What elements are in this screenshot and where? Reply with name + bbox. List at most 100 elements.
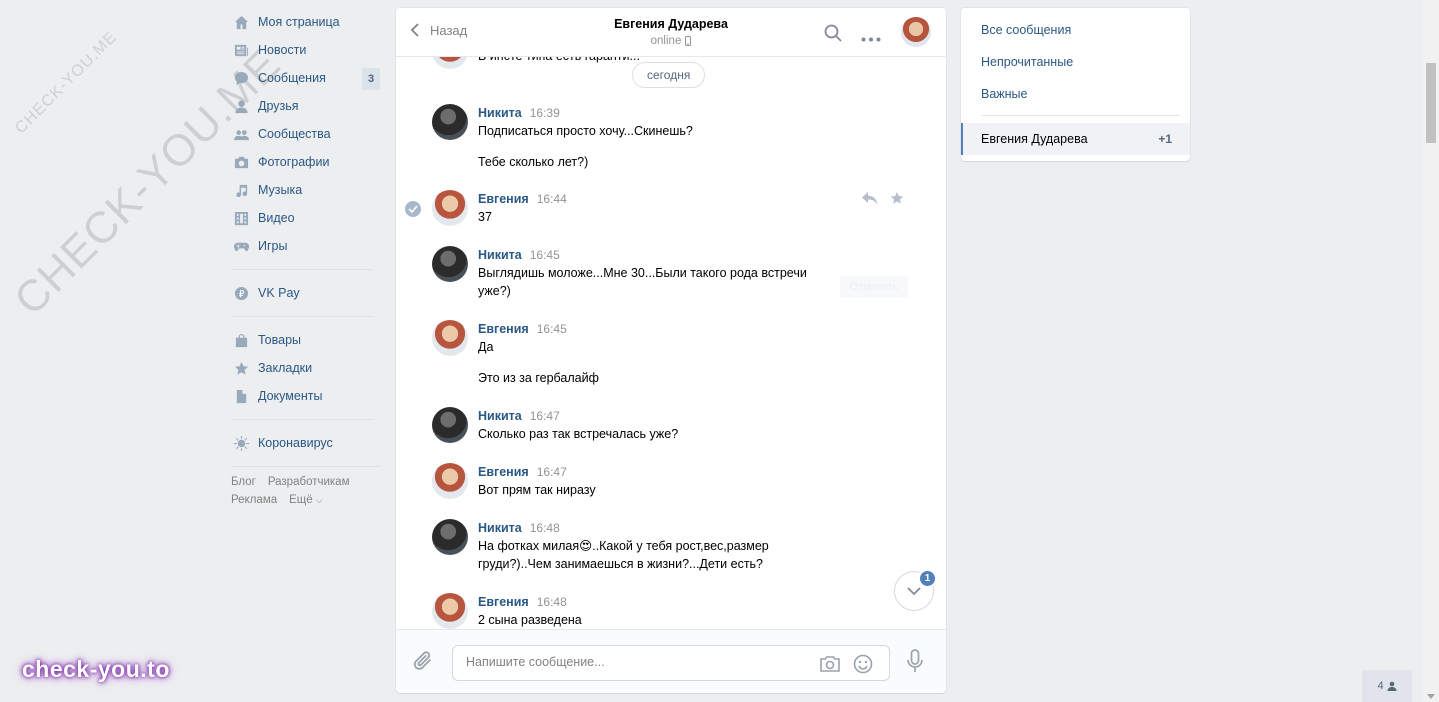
nav-label: Фотографии xyxy=(258,155,330,169)
nav-messages[interactable]: Сообщения 3 xyxy=(225,64,385,92)
messages-icon xyxy=(233,70,249,86)
chevron-down-icon: ⌵ xyxy=(315,495,323,505)
search-button[interactable] xyxy=(824,24,842,45)
conversation-name: Евгения Дударева xyxy=(981,132,1088,146)
peer-avatar[interactable] xyxy=(901,17,931,47)
paperclip-icon xyxy=(413,651,431,670)
nav-label: Музыка xyxy=(258,183,303,197)
friends-icon xyxy=(233,98,249,114)
mobile-icon xyxy=(685,36,692,46)
nav-label: Игры xyxy=(258,239,288,253)
reply-button[interactable] xyxy=(862,192,878,208)
message-header: Евгения 16:44 xyxy=(478,192,567,206)
document-icon xyxy=(233,388,249,404)
message-time: 16:48 xyxy=(536,595,567,609)
camera-icon xyxy=(820,656,840,672)
nav-label: Друзья xyxy=(258,99,299,113)
message-author[interactable]: Никита xyxy=(478,248,522,262)
nav-documents[interactable]: Документы xyxy=(225,382,385,410)
nav-divider xyxy=(231,419,373,420)
more-button[interactable] xyxy=(861,30,881,45)
nav-music[interactable]: Музыка xyxy=(225,176,385,204)
nav-label: Видео xyxy=(258,211,295,225)
nav-label: Товары xyxy=(258,333,301,347)
nav-vkpay[interactable]: VK Pay xyxy=(225,279,385,307)
chat-header: Назад Евгения Дударева online xyxy=(396,8,946,57)
nav-divider xyxy=(231,316,373,317)
avatar xyxy=(432,320,468,356)
message-text: Подписаться просто хочу...Скинешь? xyxy=(478,124,693,138)
page-scrollbar[interactable] xyxy=(1423,0,1439,702)
nav-label: Закладки xyxy=(258,361,313,375)
message-input-box xyxy=(452,645,890,681)
mark-tooltip: Отметить xyxy=(840,276,908,298)
footer-dev-link[interactable]: Разработчикам xyxy=(268,476,350,488)
nav-goods[interactable]: Товары xyxy=(225,326,385,354)
selected-check-icon[interactable] xyxy=(405,201,421,217)
footer-ads-link[interactable]: Реклама xyxy=(231,494,277,506)
video-icon xyxy=(233,210,249,226)
online-count: 4 xyxy=(1377,680,1384,692)
scrollbar-thumb[interactable] xyxy=(1426,63,1436,143)
search-icon xyxy=(824,24,842,42)
mark-important-button[interactable] xyxy=(890,192,904,208)
nav-games[interactable]: Игры xyxy=(225,232,385,260)
new-messages-badge: 1 xyxy=(918,569,937,588)
filter-unread[interactable]: Непрочитанные xyxy=(981,55,1073,69)
emoji-button[interactable] xyxy=(853,654,873,677)
date-separator: сегодня xyxy=(632,62,706,88)
message-author[interactable]: Евгения xyxy=(478,595,529,609)
nav-news[interactable]: Новости xyxy=(225,36,385,64)
message-text: уже?) xyxy=(478,284,511,298)
messages-count-badge: 3 xyxy=(362,68,380,90)
footer-more-link[interactable]: Ещё ⌵ xyxy=(289,494,323,506)
filter-divider xyxy=(981,115,1180,116)
nav-label: Сообщения xyxy=(258,71,326,85)
message-list: сегодня В инсте типа есть гаранти... Ник… xyxy=(396,57,946,629)
message-time: 16:45 xyxy=(536,322,567,336)
camera-icon xyxy=(233,154,249,170)
nav-photos[interactable]: Фотографии xyxy=(225,148,385,176)
message-filters: Все сообщения Непрочитанные Важные Евген… xyxy=(961,8,1190,161)
message-author[interactable]: Никита xyxy=(478,106,522,120)
home-icon xyxy=(233,14,249,30)
message-author[interactable]: Никита xyxy=(478,409,522,423)
nav-label: Новости xyxy=(258,43,307,57)
nav-coronavirus[interactable]: Коронавирус xyxy=(225,429,385,457)
filter-important[interactable]: Важные xyxy=(981,87,1028,101)
attach-button[interactable] xyxy=(413,650,433,675)
bag-icon xyxy=(233,332,249,348)
voice-message-button[interactable] xyxy=(907,649,923,676)
message-input[interactable] xyxy=(466,655,796,669)
message-text: Да xyxy=(478,340,494,354)
message-composer xyxy=(396,629,946,693)
message-time: 16:48 xyxy=(529,521,560,535)
avatar xyxy=(432,246,468,282)
message-text: Это из за гербалайф xyxy=(478,371,599,385)
message-header: Никита 16:39 xyxy=(478,106,560,120)
nav-divider xyxy=(231,466,381,467)
nav-friends[interactable]: Друзья xyxy=(225,92,385,120)
message-author[interactable]: Никита xyxy=(478,521,522,535)
filter-all-messages[interactable]: Все сообщения xyxy=(981,23,1071,37)
online-friends-button[interactable]: 4 xyxy=(1362,670,1412,702)
message-author[interactable]: Евгения xyxy=(478,465,529,479)
message-author[interactable]: Евгения xyxy=(478,192,529,206)
footer-blog-link[interactable]: Блог xyxy=(231,476,256,488)
message-author[interactable]: Евгения xyxy=(478,322,529,336)
nav-groups[interactable]: Сообщества xyxy=(225,120,385,148)
scroll-down-arrow-icon[interactable] xyxy=(1427,694,1435,699)
reply-icon xyxy=(862,192,877,205)
message-time: 16:47 xyxy=(529,409,560,423)
camera-button[interactable] xyxy=(819,655,841,676)
games-icon xyxy=(233,238,249,254)
left-nav: Моя страница Новости Сообщения 3 Друзья … xyxy=(225,8,385,512)
nav-bookmarks[interactable]: Закладки xyxy=(225,354,385,382)
message-text: Выглядишь моложе...Мне 30...Были такого … xyxy=(478,266,807,280)
nav-video[interactable]: Видео xyxy=(225,204,385,232)
avatar xyxy=(432,57,468,69)
message-header: Никита 16:47 xyxy=(478,409,560,423)
chevron-down-icon xyxy=(907,586,921,595)
active-conversation-item[interactable]: Евгения Дударева +1 xyxy=(961,123,1190,155)
nav-my-page[interactable]: Моя страница xyxy=(225,8,385,36)
